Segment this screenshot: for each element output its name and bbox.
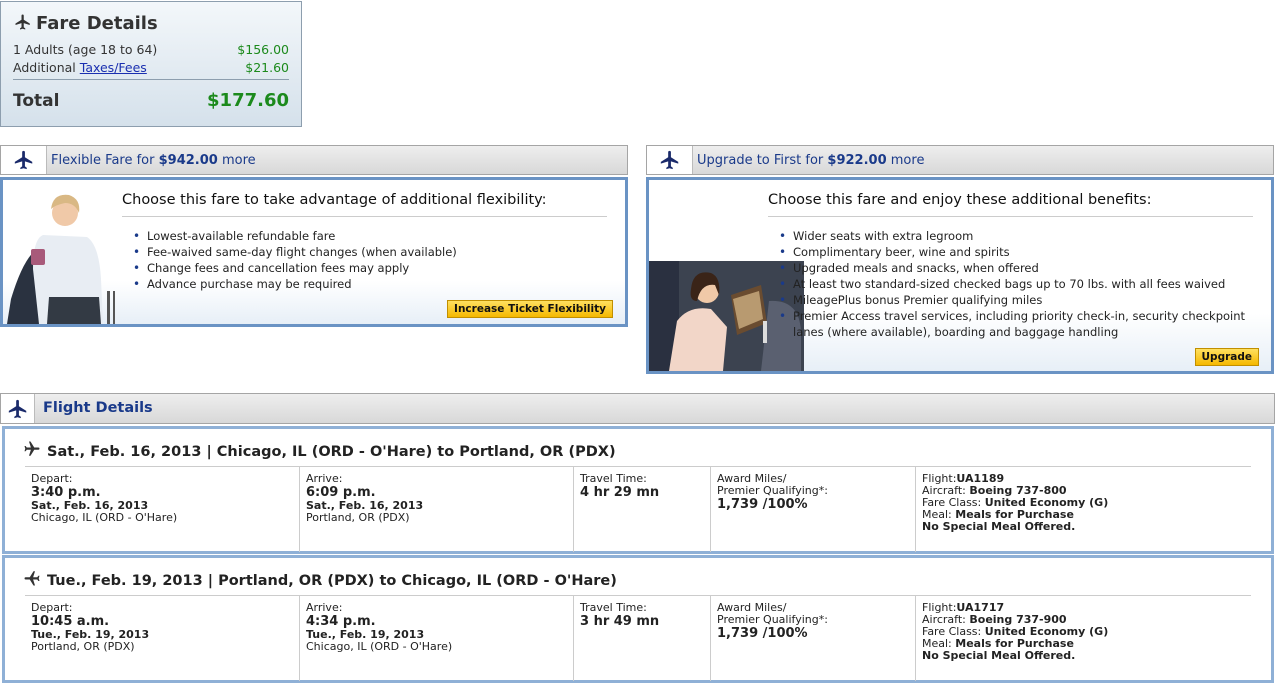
upgrade-first-benefits: Wider seats with extra legroom Complimen… xyxy=(777,228,1257,340)
upgrade-first-price: $922.00 xyxy=(827,153,887,168)
divider xyxy=(122,216,607,217)
list-item: At least two standard-sized checked bags… xyxy=(777,276,1257,292)
flexible-fare-headline: Choose this fare to take advantage of ad… xyxy=(122,192,547,208)
flexible-fare-benefits: Lowest-available refundable fare Fee-wai… xyxy=(131,228,457,292)
list-item: Fee-waived same-day flight changes (when… xyxy=(131,244,457,260)
upgrade-first-header-text: Upgrade to First for $922.00 more xyxy=(697,153,925,168)
depart-time: 10:45 a.m. xyxy=(31,614,110,629)
upgrade-first-header[interactable]: Upgrade to First for $922.00 more xyxy=(646,145,1274,175)
flight-segment: Sat., Feb. 16, 2013 | Chicago, IL (ORD -… xyxy=(2,426,1274,554)
award-miles-column: Award Miles/ Premier Qualifying*: 1,739 … xyxy=(710,596,915,681)
special-meal: No Special Meal Offered. xyxy=(922,649,1076,662)
flight-details-title: Flight Details xyxy=(43,400,153,416)
depart-column: Depart: 10:45 a.m. Tue., Feb. 19, 2013 P… xyxy=(25,596,297,681)
additional-label: Additional xyxy=(13,60,76,75)
list-item: Advance purchase may be required xyxy=(131,276,457,292)
segment-route: Tue., Feb. 19, 2013 | Portland, OR (PDX)… xyxy=(23,569,617,589)
traveler-woman-image xyxy=(7,194,115,324)
adults-label: 1 Adults (age 18 to 64) xyxy=(13,42,158,57)
taxes-amount: $21.60 xyxy=(245,60,289,75)
plane-icon xyxy=(14,150,32,170)
segment-route: Sat., Feb. 16, 2013 | Chicago, IL (ORD -… xyxy=(23,440,616,460)
flexible-fare-body: Choose this fare to take advantage of ad… xyxy=(0,177,628,327)
plane-icon xyxy=(8,399,26,418)
depart-column: Depart: 3:40 p.m. Sat., Feb. 16, 2013 Ch… xyxy=(25,467,297,552)
plane-icon xyxy=(24,441,40,456)
list-item: MileagePlus bonus Premier qualifying mil… xyxy=(777,292,1257,308)
list-item: Wider seats with extra legroom xyxy=(777,228,1257,244)
list-item: Upgraded meals and snacks, when offered xyxy=(777,260,1257,276)
flight-info-column: Flight:UA1717 Aircraft: Boeing 737-900 F… xyxy=(915,596,1251,681)
travel-time: 3 hr 49 mn xyxy=(580,614,660,629)
flight-info-column: Flight:UA1189 Aircraft: Boeing 737-800 F… xyxy=(915,467,1251,552)
arrive-column: Arrive: 4:34 p.m. Tue., Feb. 19, 2013 Ch… xyxy=(299,596,573,681)
flexible-fare-price: $942.00 xyxy=(158,153,218,168)
segment-details: Depart: 10:45 a.m. Tue., Feb. 19, 2013 P… xyxy=(25,595,1251,681)
award-miles: 1,739 /100% xyxy=(717,497,808,512)
plane-icon xyxy=(24,571,40,586)
plane-icon xyxy=(15,14,30,30)
flexible-fare-header-text: Flexible Fare for $942.00 more xyxy=(51,153,256,168)
fare-details-box: Fare Details 1 Adults (age 18 to 64) $15… xyxy=(0,1,302,127)
arrive-place: Portland, OR (PDX) xyxy=(306,511,410,524)
depart-place: Portland, OR (PDX) xyxy=(31,640,135,653)
list-item: Change fees and cancellation fees may ap… xyxy=(131,260,457,276)
upgrade-button[interactable]: Upgrade xyxy=(1194,348,1259,366)
list-item: Complimentary beer, wine and spirits xyxy=(777,244,1257,260)
taxes-row: Additional Taxes/Fees $21.60 xyxy=(13,60,289,75)
arrive-time: 6:09 p.m. xyxy=(306,485,376,500)
travel-time: 4 hr 29 mn xyxy=(580,485,660,500)
total-amount: $177.60 xyxy=(207,90,289,111)
flight-segment: Tue., Feb. 19, 2013 | Portland, OR (PDX)… xyxy=(2,555,1274,683)
increase-flexibility-button[interactable]: Increase Ticket Flexibility xyxy=(447,300,613,318)
total-row: Total $177.60 xyxy=(13,90,289,111)
flexible-fare-header[interactable]: Flexible Fare for $942.00 more xyxy=(0,145,628,175)
depart-time: 3:40 p.m. xyxy=(31,485,101,500)
taxes-fees-link[interactable]: Taxes/Fees xyxy=(80,60,147,75)
depart-place: Chicago, IL (ORD - O'Hare) xyxy=(31,511,178,524)
travel-time-column: Travel Time: 4 hr 29 mn xyxy=(573,467,710,552)
flexible-fare-panel: Flexible Fare for $942.00 more Choose th… xyxy=(0,145,628,327)
list-item: Premier Access travel services, includin… xyxy=(777,308,1257,340)
arrive-column: Arrive: 6:09 p.m. Sat., Feb. 16, 2013 Po… xyxy=(299,467,573,552)
fare-details-title: Fare Details xyxy=(13,13,158,34)
adults-amount: $156.00 xyxy=(237,42,289,57)
upgrade-first-panel: Upgrade to First for $922.00 more Choose… xyxy=(646,145,1274,374)
award-miles-column: Award Miles/ Premier Qualifying*: 1,739 … xyxy=(710,467,915,552)
list-item: Lowest-available refundable fare xyxy=(131,228,457,244)
flight-details-header: Flight Details xyxy=(0,393,1275,424)
divider xyxy=(13,79,289,80)
award-miles: 1,739 /100% xyxy=(717,626,808,641)
segment-details: Depart: 3:40 p.m. Sat., Feb. 16, 2013 Ch… xyxy=(25,466,1251,552)
arrive-place: Chicago, IL (ORD - O'Hare) xyxy=(306,640,453,653)
adults-row: 1 Adults (age 18 to 64) $156.00 xyxy=(13,42,289,57)
total-label: Total xyxy=(13,91,60,111)
upgrade-first-headline: Choose this fare and enjoy these additio… xyxy=(768,192,1152,208)
plane-icon xyxy=(660,150,678,170)
special-meal: No Special Meal Offered. xyxy=(922,520,1076,533)
travel-time-column: Travel Time: 3 hr 49 mn xyxy=(573,596,710,681)
upgrade-first-body: Choose this fare and enjoy these additio… xyxy=(646,177,1274,374)
divider xyxy=(768,216,1253,217)
arrive-time: 4:34 p.m. xyxy=(306,614,376,629)
